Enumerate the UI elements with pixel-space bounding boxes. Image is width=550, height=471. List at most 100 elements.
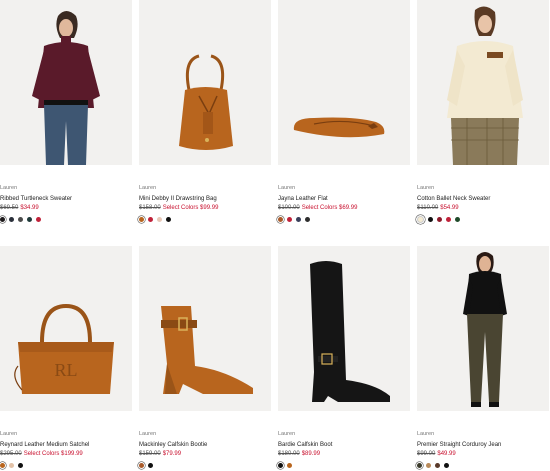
sale-price: Select Colors $99.99 — [162, 205, 219, 211]
color-swatch[interactable] — [435, 462, 440, 468]
product-image[interactable] — [139, 0, 271, 165]
color-swatch[interactable] — [296, 216, 301, 222]
color-swatches — [0, 461, 132, 469]
product-image[interactable] — [278, 246, 410, 411]
product-card[interactable]: Lauren Mackinley Calfskin Bootie $159.00… — [139, 246, 271, 469]
sale-price: $89.99 — [301, 451, 321, 457]
color-swatch[interactable] — [287, 216, 292, 222]
product-brand: Lauren — [417, 431, 435, 437]
color-swatch[interactable] — [148, 462, 153, 468]
product-name[interactable]: Cotton Ballet Neck Sweater — [417, 196, 549, 203]
product-price: $110.00 $54.99 — [417, 205, 549, 212]
product-name[interactable]: Jayna Leather Flat — [278, 196, 410, 203]
sale-price: $49.99 — [437, 451, 456, 457]
color-swatch[interactable] — [426, 462, 431, 468]
color-swatch[interactable] — [437, 216, 442, 222]
product-image[interactable] — [139, 246, 271, 411]
product-image[interactable] — [417, 0, 549, 165]
product-price: $99.00 $49.99 — [417, 451, 549, 458]
color-swatch[interactable] — [417, 215, 424, 223]
product-card[interactable]: Lauren Cotton Ballet Neck Sweater $110.0… — [417, 0, 549, 223]
product-brand: Lauren — [0, 431, 18, 437]
color-swatches — [417, 215, 549, 223]
color-swatch[interactable] — [417, 462, 422, 468]
color-swatch[interactable] — [148, 216, 153, 222]
model-corduroy-image — [417, 246, 549, 411]
product-brand: Lauren — [139, 185, 157, 191]
product-price: $158.00 Select Colors $99.99 — [139, 205, 271, 212]
product-image[interactable] — [278, 0, 410, 165]
original-price: $110.00 — [417, 205, 439, 211]
color-swatches — [0, 215, 132, 223]
product-card[interactable]: Lauren Bardie Calfskin Boot $180.00 $89.9… — [278, 246, 410, 469]
color-swatch[interactable] — [428, 216, 433, 222]
color-swatch[interactable] — [139, 462, 144, 468]
color-swatch[interactable] — [287, 462, 292, 468]
color-swatch[interactable] — [166, 216, 171, 222]
color-swatch[interactable] — [446, 216, 451, 222]
original-price: $180.00 — [278, 451, 300, 457]
svg-text:RL: RL — [54, 360, 77, 380]
product-card[interactable]: Lauren Ribbed Turtleneck Sweater $69.50 $… — [0, 0, 132, 223]
product-name[interactable]: Premier Straight Corduroy Jean — [417, 442, 549, 449]
product-card[interactable]: Lauren Jayna Leather Flat $100.00 Select … — [278, 0, 410, 223]
original-price: $159.00 — [139, 451, 161, 457]
color-swatch[interactable] — [18, 216, 23, 222]
color-swatches — [139, 215, 271, 223]
sale-price: $54.99 — [440, 205, 459, 211]
satchel-image: RL — [0, 246, 132, 411]
sale-price: Select Colors $199.99 — [23, 451, 83, 457]
product-name[interactable]: Mackinley Calfskin Bootie — [139, 442, 271, 449]
original-price: $295.00 — [0, 451, 22, 457]
color-swatch[interactable] — [9, 462, 14, 468]
product-price: $295.00 Select Colors $199.99 — [0, 451, 132, 458]
product-price: $180.00 $89.99 — [278, 451, 410, 458]
product-brand: Lauren — [0, 185, 18, 191]
model-turtleneck-image — [0, 0, 132, 165]
color-swatches — [139, 461, 271, 469]
product-image[interactable]: RL — [0, 246, 132, 411]
color-swatch[interactable] — [36, 216, 41, 222]
original-price: $69.50 — [0, 205, 19, 211]
color-swatch[interactable] — [444, 462, 449, 468]
product-name[interactable]: Ribbed Turtleneck Sweater — [0, 196, 132, 203]
color-swatch[interactable] — [278, 462, 283, 468]
product-image[interactable] — [0, 0, 132, 165]
color-swatches — [278, 461, 410, 469]
product-name[interactable]: Bardie Calfskin Boot — [278, 442, 410, 449]
sale-price: Select Colors $69.99 — [301, 205, 358, 211]
color-swatch[interactable] — [305, 216, 310, 222]
product-card[interactable]: Lauren Premier Straight Corduroy Jean $9… — [417, 246, 549, 469]
color-swatch[interactable] — [27, 216, 32, 222]
color-swatch[interactable] — [278, 216, 283, 222]
bootie-image — [139, 246, 271, 411]
color-swatch[interactable] — [139, 216, 144, 222]
sale-price: $34.99 — [20, 205, 39, 211]
product-name[interactable]: Reynard Leather Medium Satchel — [0, 442, 132, 449]
leather-flat-image — [278, 0, 410, 165]
original-price: $158.00 — [139, 205, 161, 211]
tall-boot-image — [278, 246, 410, 411]
drawstring-bag-image — [139, 0, 271, 165]
original-price: $100.00 — [278, 205, 300, 211]
model-ballet-sweater-image — [417, 0, 549, 165]
color-swatches — [417, 461, 549, 469]
product-brand: Lauren — [139, 431, 157, 437]
product-grid: Lauren Ribbed Turtleneck Sweater $69.50 $… — [0, 0, 550, 471]
product-card[interactable]: Lauren Mini Debby II Drawstring Bag $158… — [139, 0, 271, 223]
color-swatches — [278, 215, 410, 223]
product-name[interactable]: Mini Debby II Drawstring Bag — [139, 196, 271, 203]
color-swatch[interactable] — [455, 216, 460, 222]
product-price: $159.00 $79.99 — [139, 451, 271, 458]
color-swatch[interactable] — [157, 216, 162, 222]
color-swatch[interactable] — [18, 462, 23, 468]
color-swatch[interactable] — [0, 216, 5, 222]
product-image[interactable] — [417, 246, 549, 411]
color-swatch[interactable] — [0, 462, 5, 468]
product-price: $100.00 Select Colors $69.99 — [278, 205, 410, 212]
sale-price: $79.99 — [162, 451, 182, 457]
original-price: $99.00 — [417, 451, 436, 457]
product-card[interactable]: RL Lauren Reynard Leather Medium Satchel… — [0, 246, 132, 469]
color-swatch[interactable] — [9, 216, 14, 222]
product-price: $69.50 $34.99 — [0, 205, 132, 212]
